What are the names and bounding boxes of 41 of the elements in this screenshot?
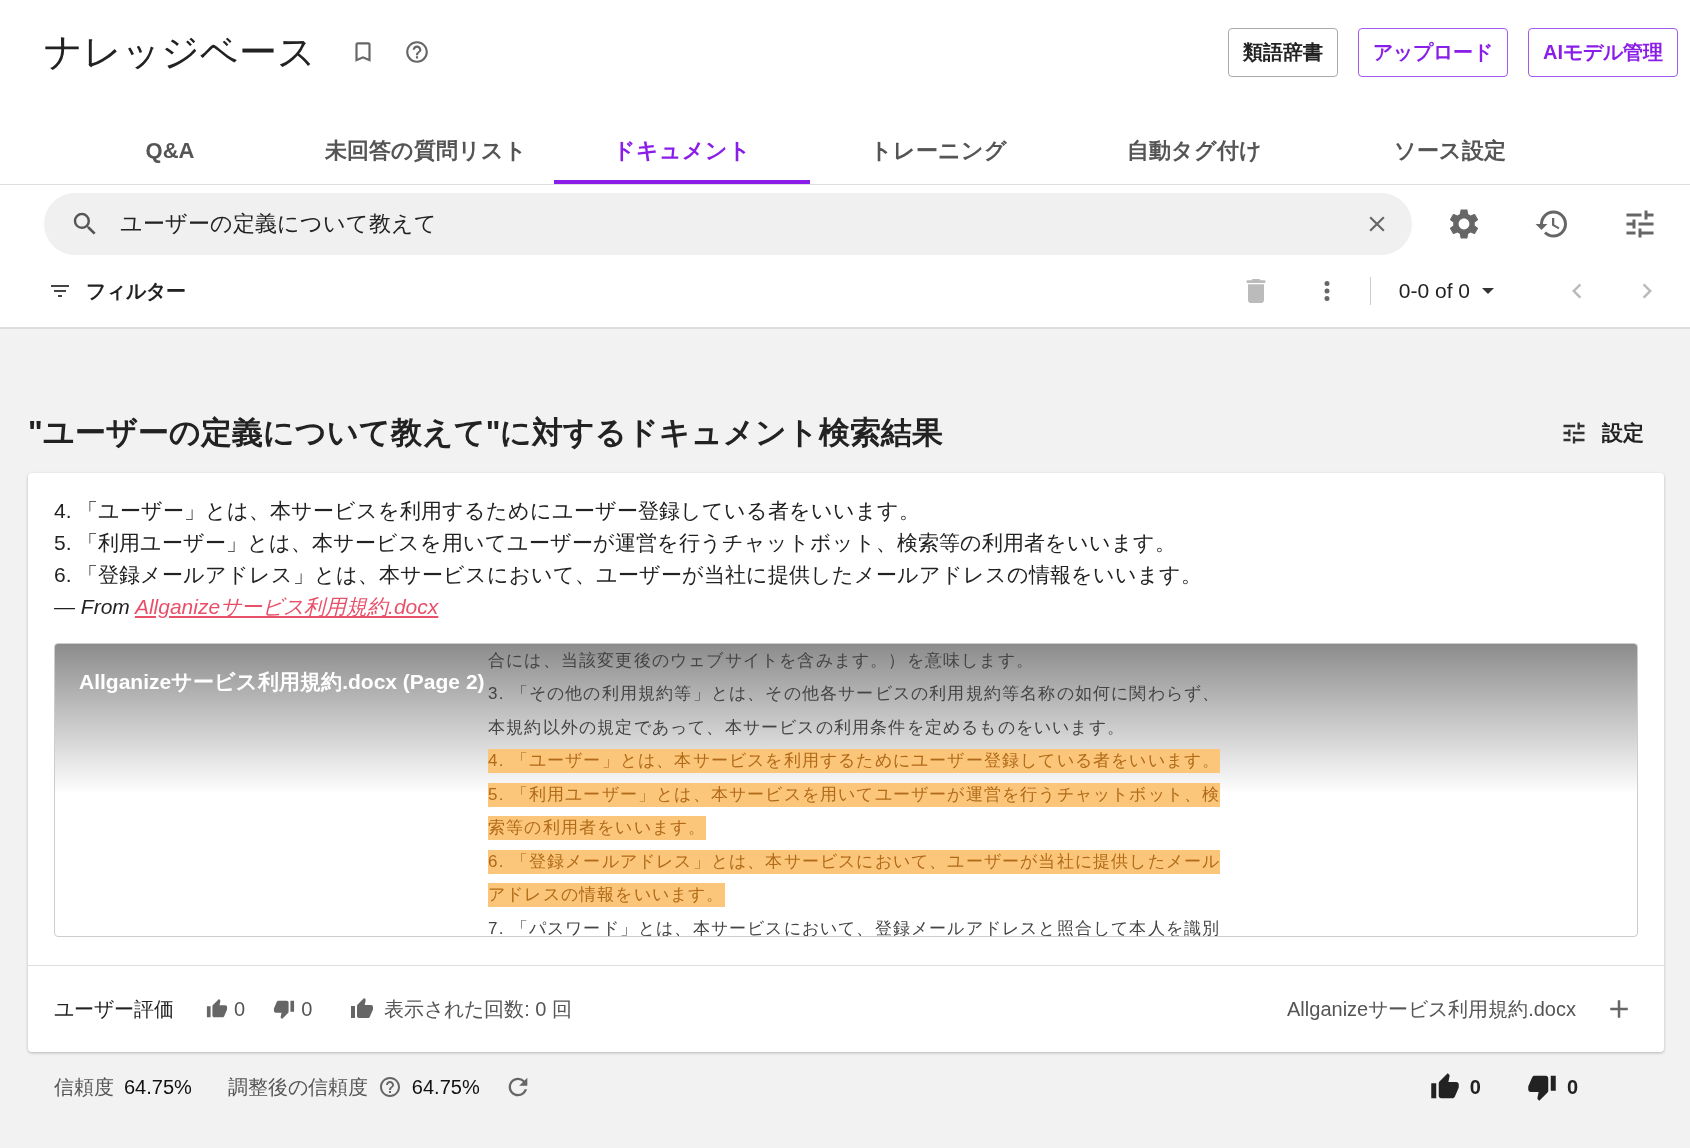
thumbs-down-icon[interactable]	[273, 998, 296, 1020]
like-count: 0	[1469, 1075, 1481, 1099]
answer-line: 4. 「ユーザー」とは、本サービスを利用するためにユーザー登録している者をいいます。	[54, 498, 922, 524]
source-line: — From Allganizeサービス利用規約.docx	[54, 594, 440, 620]
tab[interactable]: 未回答の質問リスト	[298, 122, 554, 184]
header-button[interactable]: 類語辞書	[1228, 27, 1338, 77]
like-count: 0	[234, 997, 246, 1021]
document-line: 3. 「その他の利用規約等」とは、その他各サービスの利用規約等名称の如何に関わらず、	[488, 683, 1221, 706]
header-button[interactable]: アップロード	[1358, 27, 1508, 77]
dislike-count: 0	[1566, 1075, 1578, 1099]
adjusted-confidence-label: 調整後の信頼度	[227, 1074, 368, 1100]
source-link[interactable]: Allganizeサービス利用規約.docx	[134, 595, 439, 618]
page-size-select[interactable]: 0-0 of 0	[1398, 279, 1494, 303]
filter-button[interactable]: フィルター	[48, 277, 186, 305]
adjusted-confidence-value: 64.75%	[411, 1075, 480, 1099]
header-button[interactable]: AIモデル管理	[1528, 27, 1678, 77]
document-line: 7. 「パスワード」とは、本サービスにおいて、登録メールアドレスと照合して本人を識別	[488, 917, 1221, 936]
page-title: ナレッジベース	[44, 29, 316, 75]
caret-icon	[1482, 288, 1494, 294]
document-line: 合には、当該変更後のウェブサイトを含みます。）を意味します。	[488, 649, 1034, 672]
view-count: 表示された回数: 0 回	[384, 996, 573, 1022]
search-bar[interactable]: ユーザーの定義について教えて	[44, 193, 1412, 255]
tab[interactable]: トレーニング	[810, 122, 1066, 184]
dislike-count: 0	[301, 997, 313, 1021]
thumbs-up-icon[interactable]	[206, 998, 228, 1020]
settings-button[interactable]: 設定	[1554, 418, 1650, 448]
help-icon[interactable]	[377, 1075, 402, 1099]
document-line: 本規約以外の規定であって、本サービスの利用条件を定めるものをいいます。	[488, 716, 1125, 739]
tab[interactable]: Q&A	[42, 122, 298, 184]
tab[interactable]: ソース設定	[1322, 122, 1578, 184]
tab[interactable]: 自動タグ付け	[1066, 122, 1322, 184]
rating-label: ユーザー評価	[54, 996, 174, 1022]
preview-title: Allganizeサービス利用規約.docx (Page 2)	[79, 669, 485, 695]
answer-line: 6. 「登録メールアドレス」とは、本サービスにおいて、ユーザーが当社に提供したメールアドレスの情報をいいます。	[54, 562, 1204, 588]
confidence-value: 64.75%	[124, 1075, 192, 1099]
confidence-label: 信頼度	[54, 1074, 114, 1100]
file-name: Allganizeサービス利用規約.docx	[1287, 996, 1576, 1022]
answer-line: 5. 「利用ユーザー」とは、本サービスを用いてユーザーが運営を行うチャットボット、検索等の利用者をいいます。	[54, 530, 1178, 556]
results-heading: "ユーザーの定義について教えて"に対するドキュメント検索結果	[28, 414, 944, 452]
help-icon[interactable]	[404, 39, 430, 65]
thumbs-up-icon	[350, 997, 375, 1021]
